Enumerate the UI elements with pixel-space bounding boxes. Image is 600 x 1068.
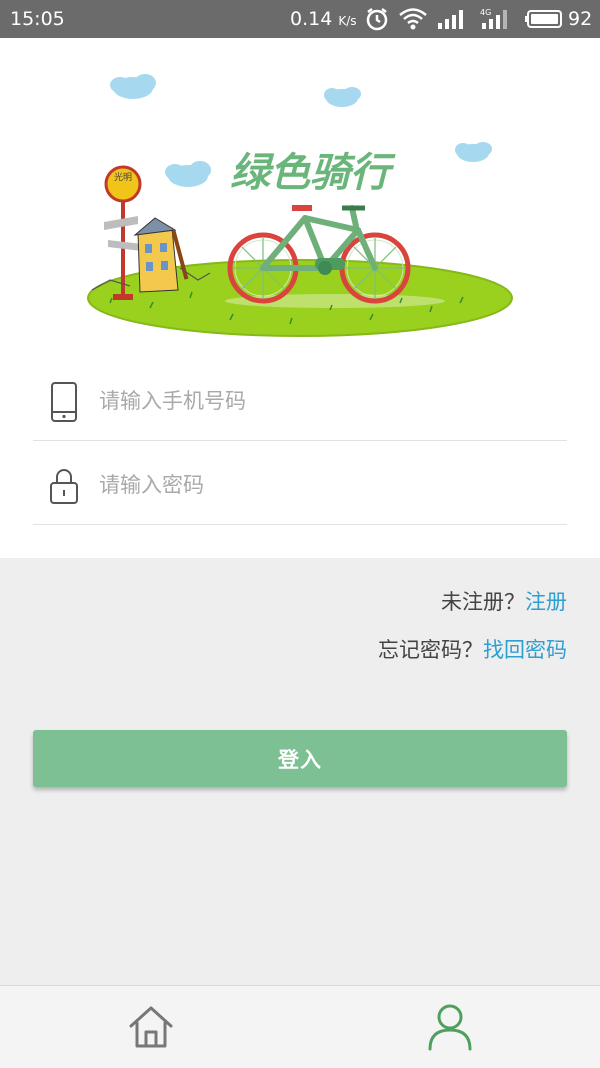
network-type-label: 4G: [480, 8, 491, 17]
battery-icon: [525, 10, 562, 28]
cloud-icon: [165, 161, 211, 187]
login-header-area: 绿色骑行 光明: [0, 38, 600, 558]
login-button[interactable]: 登入: [33, 730, 567, 787]
home-icon[interactable]: [126, 1002, 176, 1052]
signal-4g-icon: 4G: [480, 8, 507, 29]
bottom-nav: [0, 985, 600, 1068]
network-speed-value: 0.14: [290, 8, 333, 30]
phone-input[interactable]: [97, 376, 541, 426]
status-bar: 15:05 0.14 K/s 4G 92: [0, 0, 600, 38]
unregistered-text: 未注册？: [441, 590, 525, 614]
status-time: 15:05: [10, 8, 65, 30]
alarm-icon: [366, 8, 388, 31]
banner-title: 绿色骑行: [230, 149, 396, 196]
recover-password-link[interactable]: 找回密码: [483, 638, 567, 662]
cloud-icon: [455, 142, 492, 162]
phone-icon: [51, 382, 77, 422]
sign-text: 光明: [114, 171, 132, 183]
cloud-icon: [324, 87, 361, 107]
password-input[interactable]: [97, 460, 541, 510]
password-field: [33, 440, 567, 525]
register-prompt: 未注册？注册: [441, 586, 567, 616]
user-icon[interactable]: [425, 1002, 475, 1052]
register-link[interactable]: 注册: [525, 590, 567, 614]
phone-field: [33, 356, 567, 441]
network-speed: 0.14 K/s: [290, 8, 357, 30]
battery-level: 92: [568, 8, 593, 30]
forgot-password-prompt: 忘记密码？找回密码: [378, 634, 567, 664]
network-speed-unit: K/s: [338, 14, 357, 28]
forgot-password-text: 忘记密码？: [378, 638, 483, 662]
cloud-icon: [110, 74, 156, 99]
lock-icon: [50, 469, 78, 504]
wifi-icon: [399, 8, 427, 30]
green-cycling-illustration: 绿色骑行 光明: [87, 74, 513, 337]
signal-icon: [438, 10, 463, 29]
